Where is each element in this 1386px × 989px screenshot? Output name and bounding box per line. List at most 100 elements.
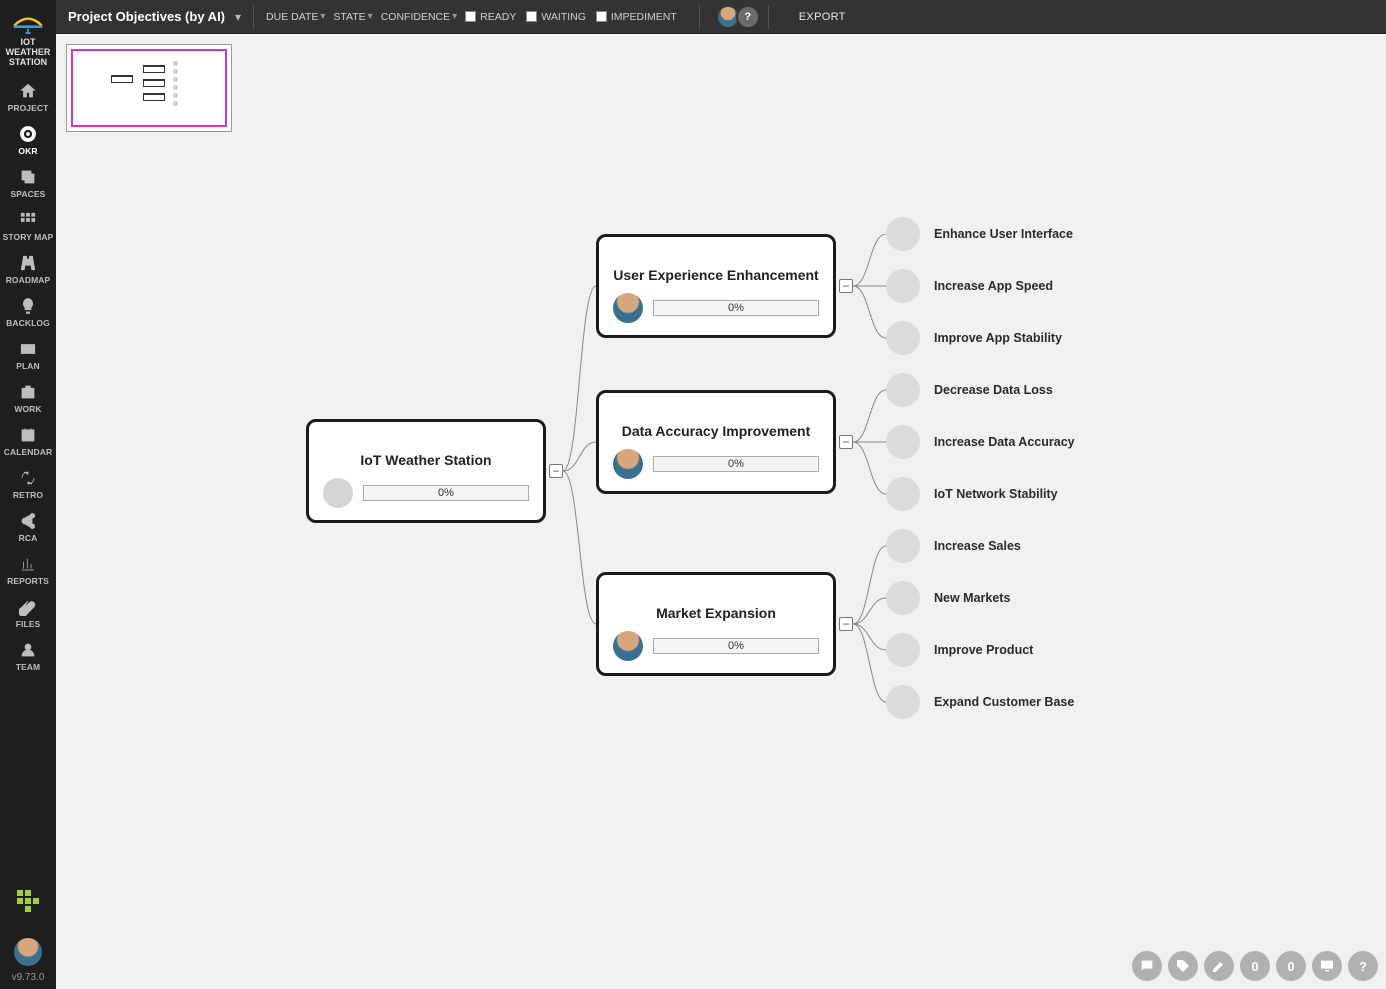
checkbox-icon (526, 11, 537, 22)
leaf-label: Improve Product (934, 643, 1033, 657)
progress-bar: 0% (653, 456, 819, 472)
avatar (323, 478, 353, 508)
leaf-bubble-icon (886, 581, 920, 615)
nav-project[interactable]: PROJECT (0, 76, 56, 119)
chevron-down-icon: ▾ (320, 11, 325, 22)
collapse-l2-1[interactable]: − (839, 435, 853, 449)
avatar (613, 293, 643, 323)
user-icon (19, 641, 37, 659)
okr-tree: IoT Weather Station0%−User Experience En… (306, 234, 1386, 794)
node-title: Data Accuracy Improvement (622, 423, 811, 439)
bulb-icon (19, 297, 37, 315)
nav-calendar[interactable]: CALENDAR (0, 420, 56, 463)
node-title: Market Expansion (656, 605, 776, 621)
avatar (613, 449, 643, 479)
l2-node-1[interactable]: Data Accuracy Improvement 0% (596, 390, 836, 494)
check-impediment[interactable]: IMPEDIMENT (596, 11, 677, 23)
chart-icon (19, 555, 37, 573)
counter-1[interactable]: 0 (1240, 951, 1270, 981)
leaf-label: Improve App Stability (934, 331, 1062, 345)
nav-backlog[interactable]: BACKLOG (0, 291, 56, 334)
leaf-bubble-icon (886, 685, 920, 719)
filter-confidence[interactable]: CONFIDENCE▾ (381, 11, 457, 23)
checkbox-icon (596, 11, 607, 22)
progress-bar: 0% (653, 638, 819, 654)
project-name: IOT WEATHER STATION (0, 36, 56, 76)
nav-retro[interactable]: RETRO (0, 463, 56, 506)
l2-node-2[interactable]: Market Expansion 0% (596, 572, 836, 676)
leaf-label: Enhance User Interface (934, 227, 1073, 241)
checkbox-icon (465, 11, 476, 22)
leaf-1-0[interactable]: Decrease Data Loss (886, 373, 1053, 407)
leaf-1-1[interactable]: Increase Data Accuracy (886, 425, 1075, 459)
nav-rca[interactable]: RCA (0, 506, 56, 549)
leaf-2-1[interactable]: New Markets (886, 581, 1010, 615)
nav-plan[interactable]: PLAN (0, 334, 56, 377)
avatar[interactable] (14, 938, 42, 966)
nav-list: PROJECTOKRSPACESSTORY MAPROADMAPBACKLOGP… (0, 76, 56, 678)
leaf-1-2[interactable]: IoT Network Stability (886, 477, 1058, 511)
leaf-0-2[interactable]: Improve App Stability (886, 321, 1062, 355)
tags-button[interactable] (1168, 951, 1198, 981)
chevron-down-icon[interactable]: ▾ (235, 10, 241, 24)
counter-2[interactable]: 0 (1276, 951, 1306, 981)
target-icon (19, 125, 37, 143)
share-icon (19, 512, 37, 530)
calendar-icon (19, 426, 37, 444)
leaf-label: Increase App Speed (934, 279, 1053, 293)
nav-work[interactable]: WORK (0, 377, 56, 420)
leaf-bubble-icon (886, 477, 920, 511)
brand-mark-icon (17, 890, 39, 912)
leaf-0-0[interactable]: Enhance User Interface (886, 217, 1073, 251)
card-icon (19, 340, 37, 358)
page-title[interactable]: Project Objectives (by AI) (68, 9, 225, 24)
export-button[interactable]: EXPORT (799, 11, 846, 23)
road-icon (19, 254, 37, 272)
leaf-2-0[interactable]: Increase Sales (886, 529, 1021, 563)
leaf-bubble-icon (886, 217, 920, 251)
sidebar: IOT WEATHER STATION PROJECTOKRSPACESSTOR… (0, 0, 56, 989)
briefcase-icon (19, 383, 37, 401)
comments-button[interactable] (1132, 951, 1162, 981)
leaf-2-2[interactable]: Improve Product (886, 633, 1033, 667)
nav-okr[interactable]: OKR (0, 119, 56, 162)
filter-due-date[interactable]: DUE DATE▾ (266, 11, 325, 23)
clip-icon (19, 598, 37, 616)
monitor-button[interactable] (1312, 951, 1342, 981)
nav-files[interactable]: FILES (0, 592, 56, 635)
project-logo (10, 10, 46, 34)
leaf-label: IoT Network Stability (934, 487, 1058, 501)
l2-node-0[interactable]: User Experience Enhancement0% (596, 234, 836, 338)
topbar: Project Objectives (by AI) ▾ DUE DATE▾ ST… (56, 0, 1386, 34)
nav-roadmap[interactable]: ROADMAP (0, 248, 56, 291)
leaf-bubble-icon (886, 373, 920, 407)
help-avatar[interactable]: ? (736, 5, 760, 29)
leaf-label: Expand Customer Base (934, 695, 1074, 709)
collapse-l2-0[interactable]: − (839, 279, 853, 293)
progress-bar: 0% (653, 300, 819, 316)
nav-team[interactable]: TEAM (0, 635, 56, 678)
collapse-root[interactable]: − (549, 464, 563, 478)
edit-button[interactable] (1204, 951, 1234, 981)
leaf-label: Increase Sales (934, 539, 1021, 553)
loop-icon (19, 469, 37, 487)
help-button[interactable]: ? (1348, 951, 1378, 981)
grid-icon (19, 211, 37, 229)
root-node[interactable]: IoT Weather Station0% (306, 419, 546, 523)
nav-story-map[interactable]: STORY MAP (0, 205, 56, 248)
nav-spaces[interactable]: SPACES (0, 162, 56, 205)
check-ready[interactable]: READY (465, 11, 516, 23)
collapse-l2-2[interactable]: − (839, 617, 853, 631)
filter-state[interactable]: STATE▾ (333, 11, 372, 23)
nav-reports[interactable]: REPORTS (0, 549, 56, 592)
minimap[interactable] (66, 44, 232, 132)
leaf-bubble-icon (886, 633, 920, 667)
home-icon (19, 82, 37, 100)
leaf-0-1[interactable]: Increase App Speed (886, 269, 1053, 303)
copy-icon (19, 168, 37, 186)
check-waiting[interactable]: WAITING (526, 11, 586, 23)
leaf-label: New Markets (934, 591, 1010, 605)
leaf-bubble-icon (886, 425, 920, 459)
leaf-2-3[interactable]: Expand Customer Base (886, 685, 1074, 719)
canvas[interactable]: IoT Weather Station0%−User Experience En… (56, 34, 1386, 989)
